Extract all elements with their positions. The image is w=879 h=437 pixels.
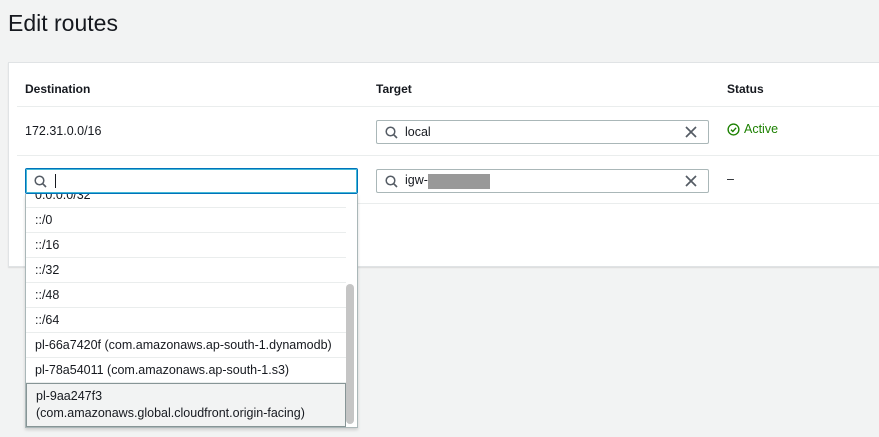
search-icon: [34, 174, 47, 188]
page-title: Edit routes: [8, 10, 118, 36]
option-description: (com.amazonaws.global.cloudfront.origin-…: [36, 406, 305, 420]
row1-destination: 172.31.0.0/16: [25, 124, 102, 138]
dropdown-option-highlighted[interactable]: pl-9aa247f3 (com.amazonaws.global.cloudf…: [26, 383, 346, 427]
dropdown-option[interactable]: ::/16: [26, 233, 346, 258]
dropdown-option[interactable]: ::/64: [26, 308, 346, 333]
search-icon: [385, 174, 398, 188]
scrollbar-thumb[interactable]: [346, 284, 354, 424]
dropdown-option[interactable]: ::/48: [26, 283, 346, 308]
header-destination: Destination: [25, 82, 91, 96]
dropdown-option[interactable]: pl-66a7420f (com.amazonaws.ap-south-1.dy…: [26, 333, 346, 358]
clear-icon[interactable]: [683, 173, 699, 189]
dropdown-option[interactable]: ::/32: [26, 258, 346, 283]
check-circle-icon: [727, 122, 740, 136]
text-cursor: [55, 174, 56, 188]
row2-target-value: igw-: [405, 173, 490, 189]
row1-target-value: local: [405, 125, 431, 139]
search-icon: [385, 125, 398, 139]
clear-icon[interactable]: [683, 124, 699, 140]
header-target: Target: [376, 82, 412, 96]
option-id: pl-9aa247f3: [36, 389, 103, 403]
destination-search-input[interactable]: [25, 168, 358, 194]
row2-target-input[interactable]: igw-: [376, 169, 709, 193]
redacted-id: [427, 173, 490, 189]
row2-status: –: [727, 172, 734, 186]
divider: [358, 203, 879, 204]
destination-dropdown: 0.0.0.0/32 ::/0 ::/16 ::/32 ::/48 ::/64 …: [25, 194, 358, 428]
dropdown-option[interactable]: pl-78a54011 (com.amazonaws.ap-south-1.s3…: [26, 358, 346, 383]
divider: [17, 155, 879, 156]
status-badge: Active: [727, 122, 778, 136]
target-prefix: igw-: [405, 173, 428, 188]
divider: [17, 106, 879, 107]
header-status: Status: [727, 82, 764, 96]
dropdown-option[interactable]: ::/0: [26, 208, 346, 233]
row1-target-input[interactable]: local: [376, 120, 709, 144]
status-text: Active: [744, 122, 779, 136]
dropdown-option[interactable]: 0.0.0.0/32: [26, 194, 346, 208]
